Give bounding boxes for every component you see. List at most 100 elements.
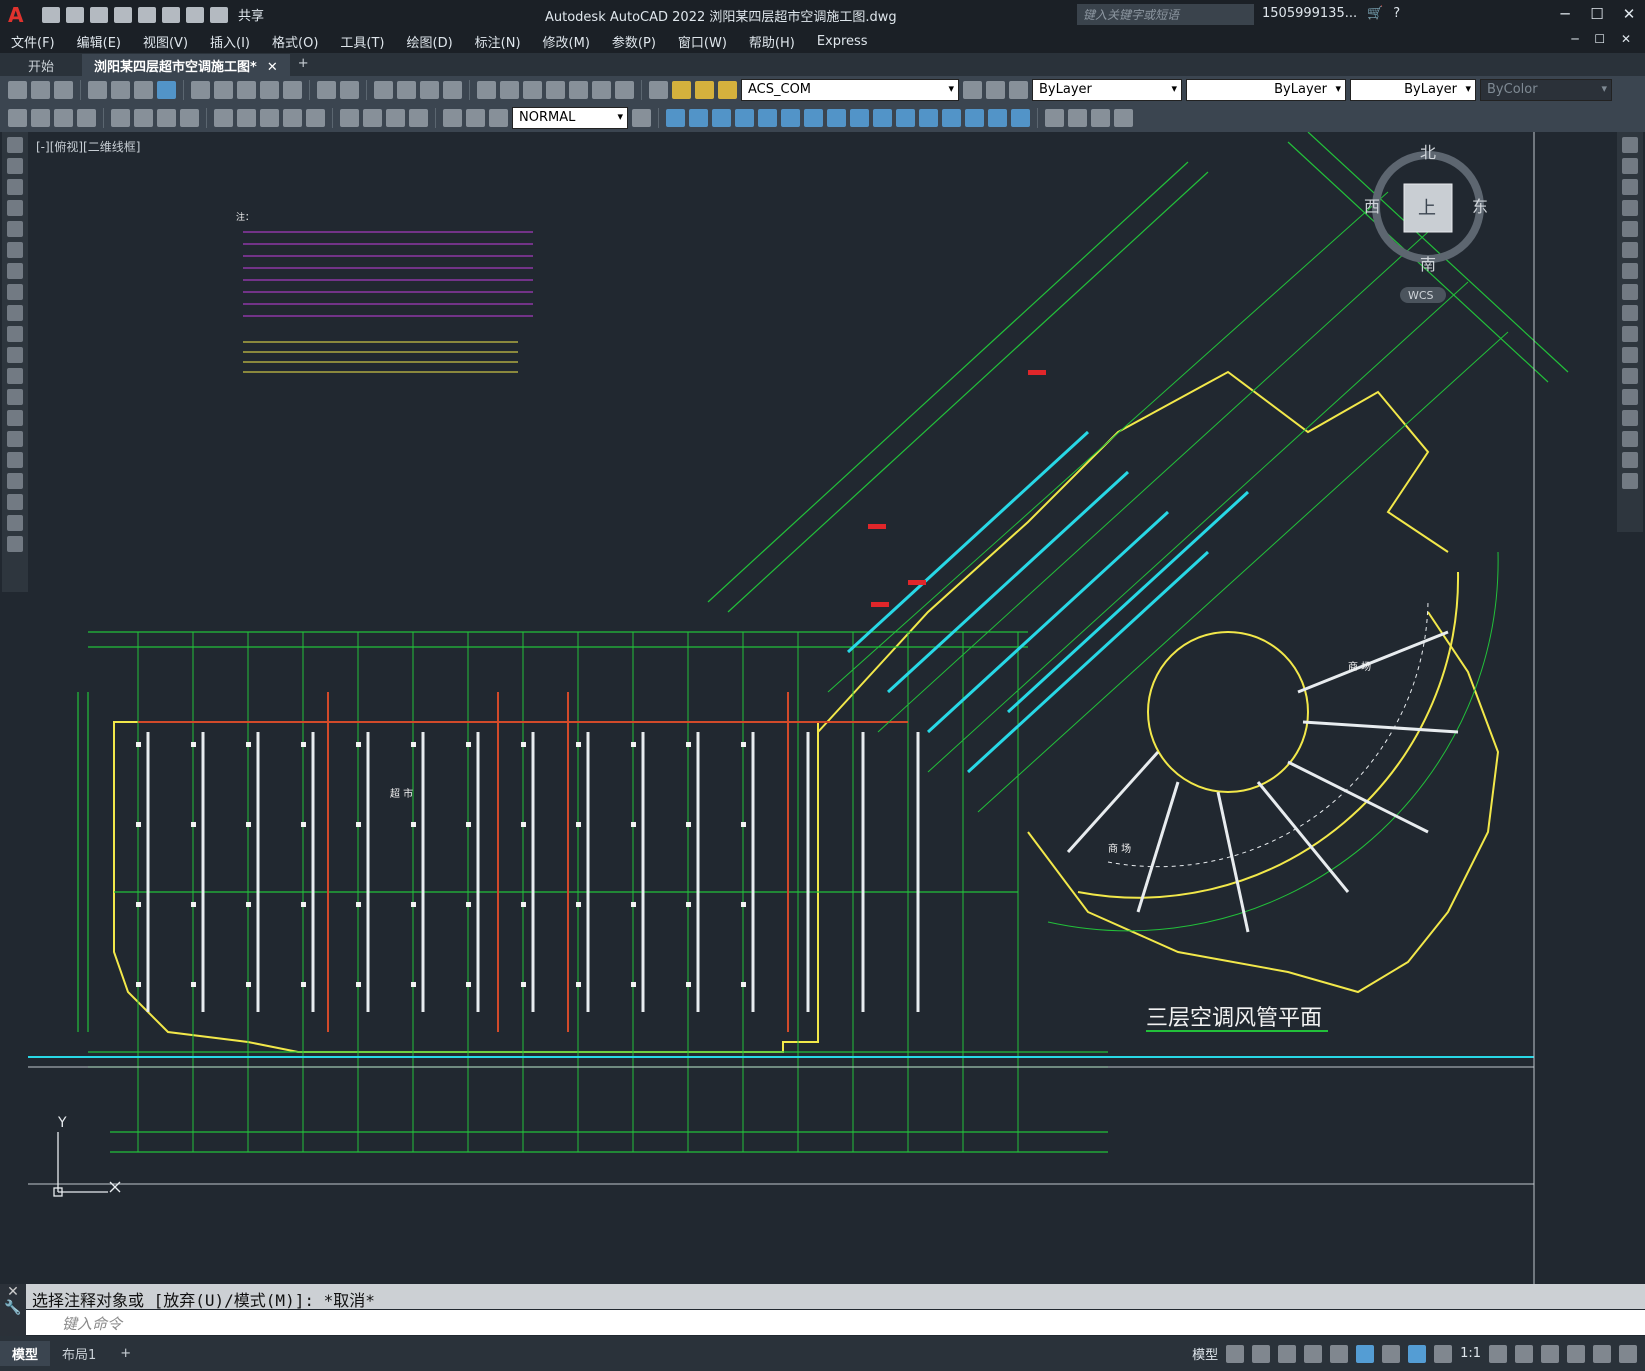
menu-dimension[interactable]: 标注(N): [464, 32, 532, 51]
menu-view[interactable]: 视图(V): [132, 32, 199, 51]
jogged-linear-icon[interactable]: [409, 109, 428, 127]
linear-dimension-icon[interactable]: [8, 109, 27, 127]
polygon-icon[interactable]: [7, 200, 23, 216]
hatch-icon[interactable]: [7, 431, 23, 447]
quick-dimension-icon[interactable]: [214, 109, 233, 127]
plot-icon[interactable]: [88, 81, 107, 99]
mtext-icon[interactable]: [7, 515, 23, 531]
offset-icon[interactable]: [1622, 200, 1638, 216]
properties-icon[interactable]: [477, 81, 496, 99]
dimstyle-icon[interactable]: [632, 109, 651, 127]
add-selected-icon[interactable]: [7, 536, 23, 552]
make-current-layer-icon[interactable]: [963, 81, 982, 99]
draw-order-icon[interactable]: [1045, 109, 1064, 127]
layer-states-icon[interactable]: [1009, 81, 1028, 99]
layer-lock-icon[interactable]: [718, 81, 737, 99]
dimension-edit-icon[interactable]: [443, 109, 462, 127]
grid-icon[interactable]: [1226, 1344, 1245, 1363]
line-icon[interactable]: [7, 137, 23, 153]
break-icon[interactable]: [1622, 389, 1638, 405]
radius-icon[interactable]: [111, 109, 130, 127]
publish-icon[interactable]: [134, 81, 153, 99]
cut-icon[interactable]: [191, 81, 210, 99]
jogged-icon[interactable]: [134, 109, 153, 127]
tab-start[interactable]: 开始: [0, 54, 82, 76]
circle-icon[interactable]: [7, 263, 23, 279]
auto-scale-icon[interactable]: [1434, 1344, 1453, 1363]
rotate-icon[interactable]: [1622, 263, 1638, 279]
preview-icon[interactable]: [111, 81, 130, 99]
drawing-canvas[interactable]: 注： 超 市 商 场 商 场 三层空调风管平面 Y 上 北 南 西 东 WCS: [28, 132, 1612, 1284]
stretch-icon[interactable]: [1622, 305, 1638, 321]
redo-icon[interactable]: [340, 81, 359, 99]
layer-previous-icon[interactable]: [986, 81, 1005, 99]
layer-freeze-icon[interactable]: [695, 81, 714, 99]
cart-icon[interactable]: 🛒: [1367, 6, 1383, 21]
save-as-icon[interactable]: [114, 6, 132, 23]
close-icon[interactable]: ✕: [0, 1284, 26, 1300]
color-dropdown[interactable]: ByLayer: [1032, 79, 1182, 101]
dimension-break-icon[interactable]: [306, 109, 325, 127]
minimize-button[interactable]: ─: [1549, 0, 1581, 29]
snap-icon[interactable]: [1252, 1344, 1271, 1363]
construction-line-icon[interactable]: [7, 158, 23, 174]
web-save-icon[interactable]: [138, 6, 156, 23]
rotate-icon[interactable]: [804, 109, 823, 127]
menu-help[interactable]: 帮助(H): [738, 32, 806, 51]
tab-active-drawing[interactable]: 浏阳某四层超市空调施工图* ✕: [82, 54, 290, 76]
zoom-window-icon[interactable]: [420, 81, 439, 99]
plot-icon[interactable]: [162, 6, 180, 23]
table-icon[interactable]: [7, 494, 23, 510]
tool-palettes-icon[interactable]: [523, 81, 542, 99]
sheet-set-icon[interactable]: [546, 81, 565, 99]
menu-insert[interactable]: 插入(I): [199, 32, 261, 51]
zoom-realtime-icon[interactable]: [397, 81, 416, 99]
menu-format[interactable]: 格式(O): [261, 32, 329, 51]
help-icon[interactable]: ?: [1393, 6, 1400, 21]
erase-icon[interactable]: [666, 109, 685, 127]
dimension-space-icon[interactable]: [283, 109, 302, 127]
polar-icon[interactable]: [1304, 1344, 1323, 1363]
redo-icon[interactable]: [210, 6, 228, 23]
viewcube[interactable]: 上 北 南 西 东 WCS: [1364, 143, 1488, 303]
join-icon[interactable]: [942, 109, 961, 127]
arc-icon[interactable]: [7, 242, 23, 258]
open-icon[interactable]: [66, 6, 84, 23]
break-icon[interactable]: [919, 109, 938, 127]
hardware-acceleration-icon[interactable]: [1567, 1344, 1585, 1363]
new-tab-button[interactable]: +: [290, 54, 317, 76]
copy-icon[interactable]: [214, 81, 233, 99]
workspace-gear-icon[interactable]: [1489, 1344, 1507, 1363]
text-front-icon[interactable]: [1114, 109, 1133, 127]
dimension-text-edit-icon[interactable]: [466, 109, 485, 127]
arc-length-icon[interactable]: [54, 109, 73, 127]
menu-modify[interactable]: 修改(M): [532, 32, 601, 51]
isodraft-icon[interactable]: [1330, 1344, 1349, 1363]
annotation-monitor-icon[interactable]: [1515, 1344, 1533, 1363]
blend-icon[interactable]: [1622, 473, 1638, 489]
aligned-dimension-icon[interactable]: [31, 109, 50, 127]
polyline-icon[interactable]: [7, 179, 23, 195]
trim-icon[interactable]: [1622, 326, 1638, 342]
stretch-icon[interactable]: [850, 109, 869, 127]
send-back-icon[interactable]: [1091, 109, 1110, 127]
paste-icon[interactable]: [237, 81, 256, 99]
copy-icon[interactable]: [1622, 158, 1638, 174]
extend-icon[interactable]: [896, 109, 915, 127]
baseline-icon[interactable]: [237, 109, 256, 127]
zoom-previous-icon[interactable]: [443, 81, 462, 99]
customize-icon[interactable]: 🔧: [0, 1300, 26, 1316]
ellipse-arc-icon[interactable]: [7, 347, 23, 363]
pan-icon[interactable]: [374, 81, 393, 99]
annotation-scale[interactable]: 1:1: [1460, 1346, 1481, 1361]
chamfer-icon[interactable]: [965, 109, 984, 127]
command-input[interactable]: 键入命令: [26, 1310, 1645, 1335]
search-input[interactable]: 键入关键字或短语: [1077, 4, 1254, 25]
ortho-icon[interactable]: [1278, 1344, 1297, 1363]
menu-tools[interactable]: 工具(T): [329, 32, 395, 51]
tab-model[interactable]: 模型: [0, 1341, 51, 1366]
viewport-controls[interactable]: [-][俯视][二维线框]: [36, 138, 140, 155]
join-icon[interactable]: [1622, 410, 1638, 426]
match-properties-icon[interactable]: [260, 81, 279, 99]
copy-object-icon[interactable]: [689, 109, 708, 127]
